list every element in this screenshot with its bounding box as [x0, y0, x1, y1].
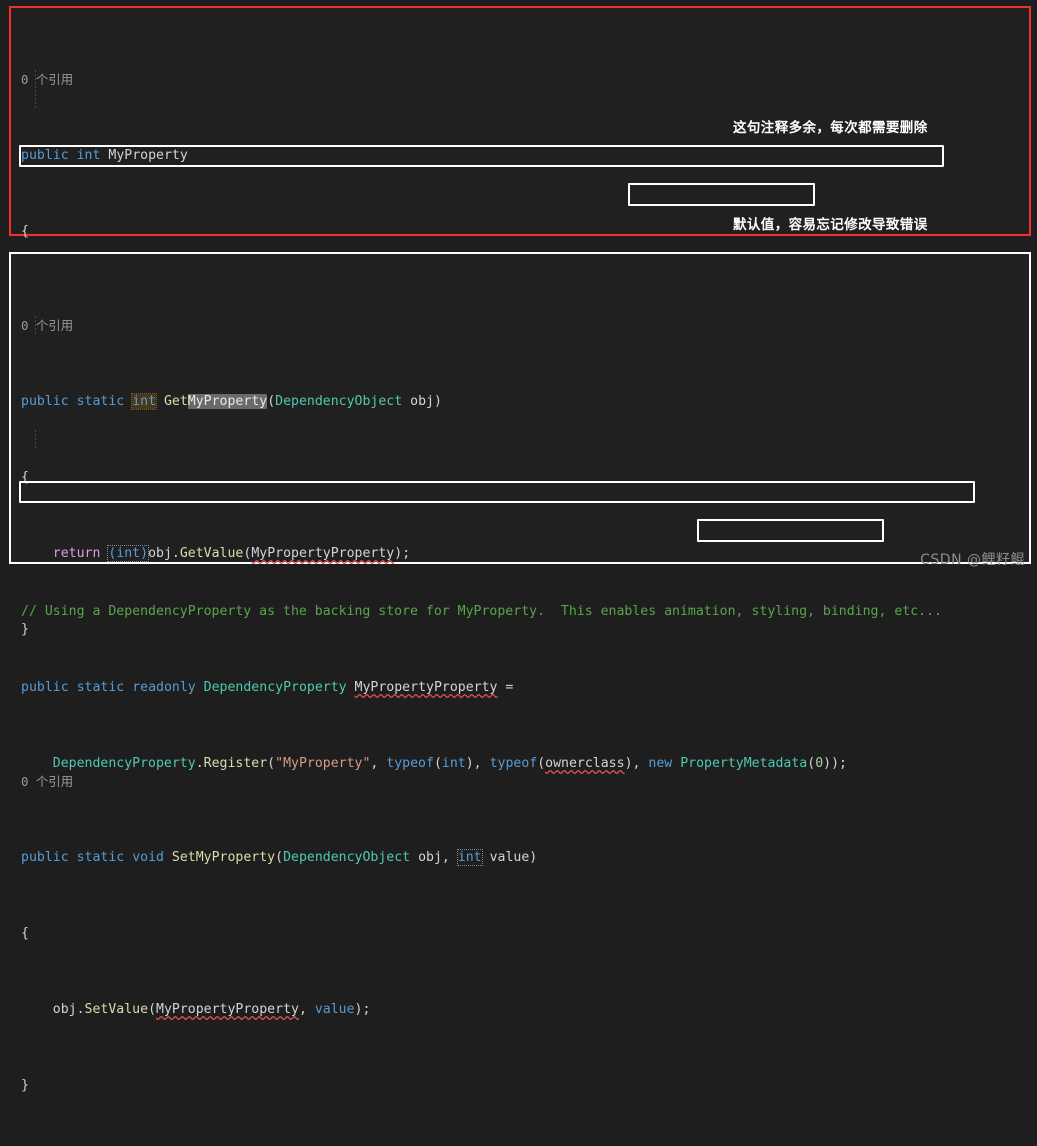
indent-guide — [35, 316, 36, 335]
paren-close: ) — [394, 546, 403, 561]
bottom-code-text: 0 个引用 public static int GetMyProperty(De… — [21, 259, 1025, 1146]
argument-mypropertyproperty: MyPropertyProperty — [156, 1002, 299, 1017]
codelens-row[interactable]: 0 个引用 — [21, 772, 1025, 791]
setter-body-line: obj.SetValue(MyPropertyProperty, value); — [21, 1000, 1025, 1019]
brace-close-line: } — [21, 620, 1025, 639]
brace-open: { — [21, 470, 29, 485]
keyword-void: void — [132, 850, 164, 865]
codelens-references-count[interactable]: 0 个引用 — [21, 318, 73, 333]
type-dependencyobject: DependencyObject — [275, 394, 403, 409]
dot: . — [171, 546, 180, 561]
method-name-highlighted: MyProperty — [187, 394, 268, 409]
argument-value: value — [314, 1002, 355, 1017]
indent-guide — [35, 430, 36, 449]
cast-int: (int) — [107, 545, 150, 562]
identifier-obj: obj — [52, 1002, 77, 1017]
keyword-int: int — [131, 393, 158, 410]
keyword-static: static — [76, 850, 125, 865]
identifier-obj: obj — [148, 546, 172, 561]
param-obj: obj — [418, 850, 442, 865]
argument-mypropertyproperty: MyPropertyProperty — [251, 546, 395, 561]
comma: , — [441, 850, 458, 865]
watermark: CSDN @鲤籽鲲 — [920, 552, 1025, 568]
keyword-public: public — [21, 394, 69, 409]
brace-open: { — [21, 224, 29, 239]
property-name: MyProperty — [108, 148, 188, 163]
screenshot-root: 0 个引用 public int MyProperty { get { retu… — [0, 0, 1037, 1093]
method-getvalue: GetValue — [179, 546, 244, 561]
brace-open: { — [21, 926, 29, 941]
dot: . — [76, 1002, 85, 1017]
brace-close-line: } — [21, 1076, 1025, 1095]
annotation-comment-redundant: 这句注释多余，每次都需要删除 — [733, 120, 928, 136]
codelens-references-count[interactable]: 0 个引用 — [21, 774, 73, 789]
keyword-int: int — [76, 148, 101, 163]
property-signature-line: public int MyProperty — [21, 146, 1025, 165]
indent-guide — [35, 70, 36, 108]
param-obj: obj — [410, 394, 434, 409]
brace-close: } — [21, 622, 29, 637]
comma: , — [298, 1002, 315, 1017]
param-value: value — [489, 850, 530, 865]
code-block-attached-property: 0 个引用 public static int GetMyProperty(De… — [9, 252, 1031, 1093]
keyword-return: return — [52, 546, 101, 561]
codelens-references-count[interactable]: 0 个引用 — [21, 72, 73, 87]
getter-signature-line: public static int GetMyProperty(Dependen… — [21, 392, 1025, 411]
type-dependencyobject: DependencyObject — [283, 850, 411, 865]
semicolon: ; — [362, 1002, 371, 1017]
semicolon: ; — [402, 546, 411, 561]
brace-open-line: { — [21, 468, 1025, 487]
method-get-prefix: Get — [163, 394, 188, 409]
keyword-public: public — [21, 850, 69, 865]
paren-close: ) — [433, 394, 442, 409]
getter-return-line: return (int)obj.GetValue(MyPropertyPrope… — [21, 544, 1025, 563]
paren-open: ( — [148, 1002, 157, 1017]
method-setmyproperty: SetMyProperty — [171, 850, 276, 865]
paren-close: ) — [354, 1002, 363, 1017]
paren-open: ( — [267, 394, 276, 409]
brace-open-line: { — [21, 924, 1025, 943]
codelens-row[interactable]: 0 个引用 — [21, 316, 1025, 335]
paren-close: ) — [529, 850, 538, 865]
brace-close: } — [21, 1078, 29, 1093]
setter-signature-line: public static void SetMyProperty(Depende… — [21, 848, 1025, 867]
keyword-int: int — [456, 849, 483, 866]
annotation-default-value: 默认值，容易忘记修改导致错误 — [733, 217, 928, 233]
paren-open: ( — [275, 850, 284, 865]
method-setvalue: SetValue — [84, 1002, 149, 1017]
keyword-static: static — [76, 394, 125, 409]
keyword-public: public — [21, 148, 69, 163]
codelens-row[interactable]: 0 个引用 — [21, 70, 1025, 89]
